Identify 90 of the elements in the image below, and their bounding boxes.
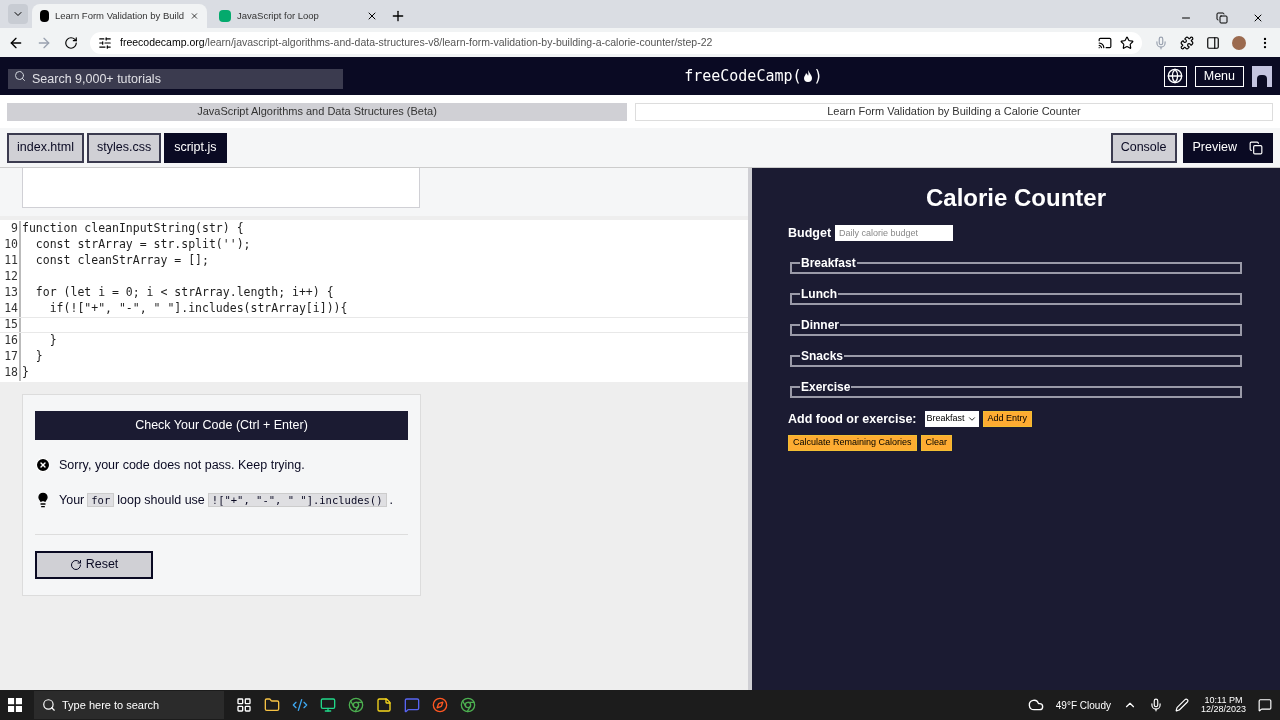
bookmark-star-icon[interactable]	[1120, 35, 1134, 50]
tab-title: JavaScript for Loop	[237, 8, 320, 23]
line-number: 14	[3, 300, 19, 318]
feedback-message: Sorry, your code does not pass. Keep trying.	[59, 457, 305, 474]
search-icon	[42, 698, 56, 712]
add-entry-button[interactable]: Add Entry	[982, 411, 1033, 428]
notification-icon[interactable]	[1258, 698, 1272, 712]
browser-icon[interactable]	[460, 697, 476, 713]
task-view-icon[interactable]	[236, 697, 252, 713]
code-line: const cleanStrArray = [];	[34, 252, 209, 270]
taskbar-search-field[interactable]: Type here to search	[34, 691, 224, 719]
browser-tab[interactable]: Learn Form Validation by Build	[32, 4, 207, 28]
search-icon	[14, 70, 26, 82]
sticky-note-icon[interactable]	[376, 697, 392, 713]
lightbulb-icon	[35, 492, 51, 509]
tab-title: Learn Form Validation by Build	[54, 8, 185, 23]
file-tab[interactable]: styles.css	[87, 132, 162, 163]
address-bar[interactable]: freecodecamp.org/learn/javascript-algorithms-and-data-structures-v8/learn-form-validation-by-building-a-calorie-counter/step-22	[90, 31, 1142, 54]
weather-text: 49°F Cloudy	[1055, 698, 1111, 713]
code-editor-icon[interactable]	[292, 697, 308, 713]
line-number: 10	[3, 236, 19, 254]
flame-icon	[802, 70, 813, 82]
user-avatar[interactable]	[1252, 65, 1272, 87]
code-line: function cleanInputString(str) {	[22, 220, 244, 238]
line-number: 13	[3, 284, 19, 302]
reload-icon[interactable]	[64, 35, 78, 50]
feedback-message: Your for loop should use !["+", "-", " "].includes() .	[59, 491, 393, 509]
browser-icon[interactable]	[348, 697, 364, 713]
restore-icon[interactable]	[1216, 12, 1228, 24]
site-settings-icon	[98, 35, 112, 50]
view-button[interactable]: Console	[1110, 132, 1177, 163]
folder-icon[interactable]	[264, 697, 280, 713]
site-logo[interactable]: freeCodeCamp( )	[684, 64, 823, 88]
breadcrumb-item[interactable]: JavaScript Algorithms and Data Structures (Beta)	[7, 102, 627, 121]
file-tab[interactable]: index.html	[7, 132, 84, 163]
fieldset-legend: Dinner	[800, 315, 840, 334]
code-line: }	[22, 364, 29, 382]
clear-button[interactable]: Clear	[920, 434, 953, 451]
line-number: 17	[3, 348, 19, 366]
view-button[interactable]: Preview	[1182, 132, 1273, 163]
compass-icon[interactable]	[432, 697, 448, 713]
close-icon[interactable]	[366, 10, 378, 22]
line-number: 18	[3, 364, 19, 382]
fieldset-legend: Lunch	[800, 284, 838, 303]
line-number: 9	[10, 220, 19, 238]
preview-title: Calorie Counter	[925, 183, 1107, 213]
code-line: if(!["+", "-", " "].includes(strArray[i])){	[48, 300, 348, 318]
code-line: for (let i = 0; i < strArray.length; i++) {	[34, 284, 334, 302]
add-label: Add food or exercise:	[788, 410, 917, 428]
file-tab[interactable]: script.js	[164, 132, 227, 163]
language-button[interactable]	[1163, 65, 1187, 87]
fieldset-legend: Snacks	[800, 346, 845, 365]
line-number: 12	[3, 268, 19, 286]
reset-button[interactable]: Reset	[35, 550, 153, 579]
budget-field[interactable]: Daily calorie budget	[835, 225, 954, 242]
new-tab-icon[interactable]	[390, 8, 406, 24]
reset-icon	[69, 558, 82, 571]
clock-date: 12/28/2023	[1200, 705, 1246, 714]
clock-time: 10:11 PM	[1204, 696, 1243, 705]
line-number: 11	[3, 252, 19, 270]
profile-avatar[interactable]	[1232, 35, 1246, 50]
url-text: freecodecamp.org/learn/javascript-algorithms-and-data-structures-v8/learn-form-validation-by-building-a-calorie-counter/step-22	[120, 34, 713, 50]
code-editor[interactable]	[0, 220, 748, 382]
close-icon[interactable]	[1252, 12, 1264, 24]
budget-label: Budget	[788, 225, 832, 242]
tab-list-button[interactable]	[8, 4, 28, 24]
start-icon[interactable]	[8, 698, 22, 712]
code-line: }	[48, 332, 57, 350]
calculate-button[interactable]: Calculate Remaining Calories	[788, 434, 917, 451]
code-line: }	[34, 348, 43, 366]
extensions-icon[interactable]	[1180, 35, 1194, 50]
error-icon	[35, 457, 51, 474]
microphone-icon[interactable]	[1148, 698, 1163, 712]
site-icon	[40, 10, 49, 22]
category-select[interactable]: Breakfast	[924, 411, 979, 428]
breadcrumb-item[interactable]: Learn Form Validation by Building a Calorie Counter	[635, 102, 1273, 121]
chat-icon[interactable]	[404, 697, 420, 713]
line-number: 15	[3, 316, 19, 334]
site-icon	[219, 10, 231, 22]
search-field[interactable]: Search 9,000+ tutorials	[8, 69, 343, 89]
line-number: 16	[3, 332, 19, 350]
menu-button[interactable]: Menu	[1194, 65, 1244, 87]
popout-icon	[1249, 140, 1263, 155]
check-code-button[interactable]: Check Your Code (Ctrl + Enter)	[35, 411, 408, 440]
side-panel-icon[interactable]	[1206, 35, 1220, 50]
fieldset-legend: Exercise	[800, 377, 852, 396]
code-line: const strArray = str.split('');	[34, 236, 251, 254]
fieldset-legend: Breakfast	[800, 253, 857, 272]
cloud-icon	[1027, 697, 1044, 713]
pen-icon[interactable]	[1174, 698, 1189, 712]
